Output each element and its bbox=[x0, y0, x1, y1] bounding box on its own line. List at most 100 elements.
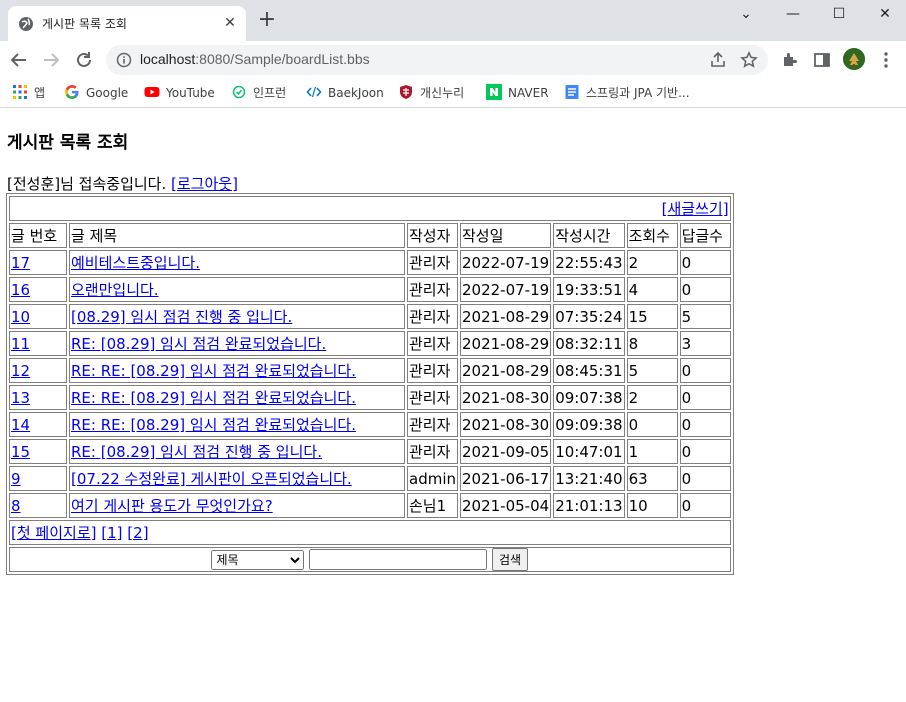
post-replies: 0 bbox=[679, 466, 731, 491]
menu-kebab-icon[interactable] bbox=[876, 50, 896, 70]
search-cell: 제목 검색 bbox=[9, 547, 731, 572]
header-no: 글 번호 bbox=[9, 223, 67, 248]
url-text[interactable]: localhost:8080/Sample/boardList.bbs bbox=[140, 51, 370, 67]
post-no-link[interactable]: 16 bbox=[11, 281, 30, 299]
bookmark-google[interactable]: Google bbox=[64, 82, 128, 104]
post-no-link[interactable]: 17 bbox=[11, 254, 30, 272]
close-window-button[interactable]: ✕ bbox=[870, 4, 900, 24]
back-icon[interactable] bbox=[8, 49, 30, 71]
post-title-link[interactable]: 여기 게시판 용도가 무엇인가요? bbox=[71, 497, 273, 515]
post-title-cell: [07.22 수정완료] 게시판이 오픈되었습니다. bbox=[69, 466, 405, 491]
bookmark-baekjoon[interactable]: BaekJoon bbox=[306, 82, 384, 104]
bookmark-inflearn[interactable]: 인프런 bbox=[231, 82, 286, 104]
info-icon[interactable] bbox=[116, 52, 132, 68]
post-hits: 4 bbox=[626, 277, 678, 302]
share-icon[interactable] bbox=[709, 51, 727, 69]
post-title-link[interactable]: [07.22 수정완료] 게시판이 오픈되었습니다. bbox=[71, 470, 352, 488]
post-title-cell: RE: RE: [08.29] 임시 점검 완료되었습니다. bbox=[69, 385, 405, 410]
bookmark-star-icon[interactable] bbox=[740, 51, 758, 69]
post-no-link[interactable]: 9 bbox=[11, 470, 21, 488]
post-title-link[interactable]: RE: RE: [08.29] 임시 점검 완료되었습니다. bbox=[71, 416, 356, 434]
tab-title: 게시판 목록 조회 bbox=[42, 17, 127, 31]
post-rows: 17 예비테스트중입니다. 관리자 2022-07-19 22:55:43 2 0 16 오랜만… bbox=[9, 250, 731, 518]
pagination: [첫 페이지로] [1] [2] bbox=[9, 520, 731, 545]
post-date: 2021-08-29 bbox=[460, 304, 552, 329]
header-author: 작성자 bbox=[407, 223, 458, 248]
post-no-link[interactable]: 8 bbox=[11, 497, 21, 515]
post-replies: 0 bbox=[679, 439, 731, 464]
page-link-2[interactable]: [2] bbox=[127, 524, 148, 542]
maximize-button[interactable]: ☐ bbox=[824, 4, 854, 24]
side-panel-icon[interactable] bbox=[812, 50, 832, 70]
post-no-link[interactable]: 15 bbox=[11, 443, 30, 461]
post-title-link[interactable]: RE: RE: [08.29] 임시 점검 완료되었습니다. bbox=[71, 389, 356, 407]
post-time: 19:33:51 bbox=[553, 277, 625, 302]
extensions-icon[interactable] bbox=[780, 50, 800, 70]
table-row: 9 [07.22 수정완료] 게시판이 오픈되었습니다. admin 2021-06-… bbox=[9, 466, 731, 491]
post-author: 손님1 bbox=[407, 493, 458, 518]
bookmark-label: 스프링과 JPA 기반... bbox=[586, 86, 690, 100]
post-author: 관리자 bbox=[407, 250, 458, 275]
bookmark-apps[interactable]: 앱 bbox=[12, 82, 45, 104]
minimize-button[interactable]: — bbox=[778, 4, 808, 24]
naver-icon bbox=[486, 84, 502, 100]
search-field-select[interactable]: 제목 bbox=[211, 550, 305, 570]
new-tab-button[interactable]: + bbox=[256, 9, 278, 32]
youtube-icon bbox=[144, 87, 160, 97]
post-no-link[interactable]: 10 bbox=[11, 308, 30, 326]
forward-icon[interactable] bbox=[40, 49, 62, 71]
board-table: [새글쓰기] 글 번호 글 제목 작성자 작성일 작성시간 조회수 답글수 17… bbox=[6, 193, 734, 575]
profile-avatar[interactable] bbox=[843, 48, 865, 70]
post-title-link[interactable]: [08.29] 임시 점검 진행 중 입니다. bbox=[71, 308, 292, 326]
post-time: 22:55:43 bbox=[553, 250, 625, 275]
post-no-link[interactable]: 11 bbox=[11, 335, 30, 353]
post-author: 관리자 bbox=[407, 277, 458, 302]
post-title-link[interactable]: RE: [08.29] 임시 점검 완료되었습니다. bbox=[71, 335, 326, 353]
page-link-1[interactable]: [1] bbox=[101, 524, 122, 542]
url-path: :8080/Sample/boardList.bbs bbox=[195, 51, 370, 67]
globe-icon bbox=[19, 17, 33, 31]
table-row: 16 오랜만입니다. 관리자 2022-07-19 19:33:51 4 0 bbox=[9, 277, 731, 302]
logout-link[interactable]: [로그아웃] bbox=[171, 175, 238, 193]
tab-search-icon[interactable]: ⌄ bbox=[731, 4, 761, 24]
post-replies: 0 bbox=[679, 250, 731, 275]
bookmark-youtube[interactable]: YouTube bbox=[144, 82, 215, 104]
post-title-link[interactable]: RE: RE: [08.29] 임시 점검 완료되었습니다. bbox=[71, 362, 356, 380]
post-replies: 0 bbox=[679, 493, 731, 518]
post-no-link[interactable]: 13 bbox=[11, 389, 30, 407]
login-status: [전성훈]님 접속중입니다. [로그아웃] bbox=[7, 173, 238, 194]
header-title: 글 제목 bbox=[69, 223, 405, 248]
post-time: 08:45:31 bbox=[553, 358, 625, 383]
post-title-link[interactable]: RE: [08.29] 임시 점검 진행 중 입니다. bbox=[71, 443, 322, 461]
search-row: 제목 검색 bbox=[9, 547, 731, 572]
post-hits: 0 bbox=[626, 412, 678, 437]
reload-icon[interactable] bbox=[73, 49, 95, 71]
post-no-link[interactable]: 12 bbox=[11, 362, 30, 380]
bookmark-spring-jpa[interactable]: 스프링과 JPA 기반... bbox=[564, 82, 690, 104]
post-no-link[interactable]: 14 bbox=[11, 416, 30, 434]
bookmark-label: 개신누리 bbox=[420, 86, 465, 100]
post-date: 2022-07-19 bbox=[460, 250, 552, 275]
post-author: 관리자 bbox=[407, 358, 458, 383]
new-post-link[interactable]: [새글쓰기] bbox=[662, 200, 729, 218]
browser-tab[interactable]: 게시판 목록 조회 ✕ bbox=[8, 6, 246, 41]
post-date: 2021-08-30 bbox=[460, 412, 552, 437]
bookmark-label: BaekJoon bbox=[328, 86, 384, 100]
write-row: [새글쓰기] bbox=[9, 196, 731, 221]
search-input[interactable] bbox=[309, 549, 488, 570]
post-title-cell: RE: [08.29] 임시 점검 진행 중 입니다. bbox=[69, 439, 405, 464]
table-row: 11 RE: [08.29] 임시 점검 완료되었습니다. 관리자 2021-08-2… bbox=[9, 331, 731, 356]
post-title-cell: 오랜만입니다. bbox=[69, 277, 405, 302]
post-title-link[interactable]: 예비테스트중입니다. bbox=[71, 254, 200, 272]
first-page-link[interactable]: [첫 페이지로] bbox=[11, 524, 96, 542]
close-tab-icon[interactable]: ✕ bbox=[222, 15, 238, 31]
post-title-link[interactable]: 오랜만입니다. bbox=[71, 281, 159, 299]
search-button[interactable]: 검색 bbox=[492, 548, 529, 571]
post-hits: 1 bbox=[626, 439, 678, 464]
bookmark-gaesinnuri[interactable]: 개신누리 bbox=[398, 82, 464, 104]
page-title: 게시판 목록 조회 bbox=[7, 133, 129, 153]
google-icon bbox=[65, 85, 79, 99]
post-no-cell: 14 bbox=[9, 412, 67, 437]
address-bar[interactable]: localhost:8080/Sample/boardList.bbs bbox=[106, 45, 768, 75]
bookmark-naver[interactable]: NAVER bbox=[486, 82, 549, 104]
